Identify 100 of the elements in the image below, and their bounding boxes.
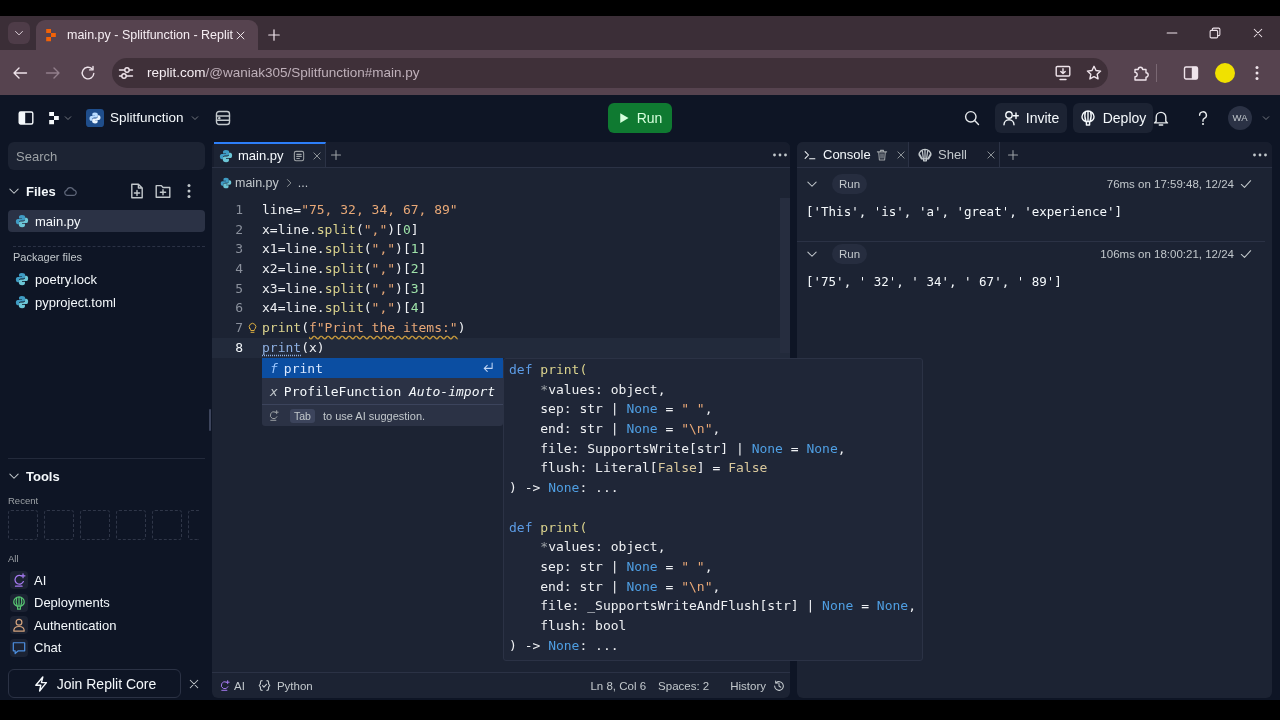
document-icon[interactable] — [292, 149, 305, 162]
resize-handle[interactable] — [209, 409, 211, 431]
signature-line: sep: str | None = " ", — [540, 400, 713, 419]
section-title[interactable]: Tools — [26, 468, 60, 484]
side-panel-icon[interactable] — [1183, 64, 1199, 81]
invite-button[interactable]: Invite — [995, 102, 1067, 133]
code-line: x2=line.split(",")[2] — [262, 260, 427, 279]
history-button[interactable]: History — [730, 679, 785, 692]
signature-line: file: _SupportsWriteAndFlush[str] | None = None, — [540, 597, 916, 616]
timing-text: 106ms on 18:00:21, 12/24 — [1100, 248, 1234, 260]
signature-line: ) -> None: ... — [509, 479, 619, 498]
lightbulb-icon[interactable] — [247, 322, 258, 334]
file-item[interactable]: poetry.lock — [8, 268, 205, 290]
code-line: print(x) — [262, 338, 325, 357]
recent-label: Recent — [8, 495, 39, 507]
favicon-icon — [44, 28, 58, 42]
language-button[interactable]: Python — [257, 679, 313, 692]
signature-line: ) -> None: ... — [509, 636, 619, 655]
file-item[interactable]: main.py — [8, 210, 205, 232]
tool-item[interactable]: Authentication — [8, 614, 205, 637]
breadcrumb-item[interactable]: main.py — [235, 176, 279, 190]
sidebar-toggle-icon[interactable] — [18, 109, 34, 126]
star-icon[interactable] — [1086, 64, 1102, 81]
address-bar[interactable]: replit.com/@waniak305/Splitfunction#main.py — [112, 57, 1108, 88]
output-text: ['75', ' 32', ' 34', ' 67', ' 89'] — [806, 273, 1062, 291]
plus-icon[interactable] — [1007, 148, 1019, 161]
signature-line: sep: str | None = " ", — [540, 557, 713, 576]
signature-line: file: SupportsWrite[str] | None = None, — [540, 439, 846, 458]
new-folder-icon[interactable] — [155, 183, 171, 199]
close-icon[interactable] — [235, 29, 246, 41]
project-name[interactable]: Splitfunction — [110, 110, 184, 125]
run-label: Run — [832, 244, 868, 264]
lightning-icon — [32, 675, 49, 692]
restore-icon[interactable] — [1209, 27, 1221, 39]
bell-icon[interactable] — [1153, 109, 1169, 126]
browser-tab[interactable]: main.py - Splitfunction - Replit — [36, 20, 258, 50]
crescent-sparkle-icon — [219, 680, 230, 691]
avatar-icon[interactable] — [1215, 62, 1235, 83]
line-number: 3 — [234, 240, 243, 259]
suggestion-label: print — [283, 360, 323, 376]
cursor-position[interactable]: Ln 8, Col 6 — [590, 679, 647, 692]
scrollbar[interactable] — [780, 198, 790, 353]
suggestion-item[interactable]: f print — [262, 358, 503, 378]
file-item[interactable]: pyproject.toml — [8, 291, 205, 313]
balloon-icon — [10, 593, 28, 612]
suggestion-item[interactable]: x ProfileFunction Auto-import — [262, 381, 503, 401]
tune-icon[interactable] — [118, 64, 134, 81]
crescent-sparkle-icon — [10, 571, 28, 590]
python-icon — [15, 272, 29, 286]
avatar-button[interactable]: WA — [1228, 105, 1252, 130]
search-field[interactable]: Search — [8, 142, 205, 170]
line-number: 5 — [234, 279, 243, 298]
tool-item[interactable]: AI — [8, 569, 205, 592]
breadcrumb-item[interactable]: ... — [297, 176, 309, 190]
line-number: 8 — [234, 338, 243, 357]
promo-button[interactable]: Join Replit Core — [8, 669, 181, 698]
trash-icon[interactable] — [875, 148, 888, 161]
python-icon — [220, 177, 232, 189]
run-button[interactable]: Run — [608, 102, 672, 133]
new-file-icon[interactable] — [129, 183, 145, 199]
indent-setting[interactable]: Spaces: 2 — [658, 679, 710, 692]
line-number: 4 — [234, 260, 243, 279]
python-icon — [219, 148, 233, 163]
tool-item[interactable]: Chat — [8, 636, 205, 659]
puzzle-icon[interactable] — [1133, 64, 1149, 81]
close-icon[interactable] — [311, 150, 322, 161]
signature-line: flush: Literal[False] = False — [540, 459, 768, 478]
monitor-download-icon[interactable] — [1055, 64, 1071, 81]
history-icon — [773, 679, 785, 692]
console-tab[interactable]: Shell — [909, 142, 1000, 167]
reload-icon[interactable] — [80, 64, 96, 81]
ai-button[interactable]: AI — [219, 679, 245, 692]
logo-icon[interactable] — [47, 110, 61, 125]
balloon-icon — [1079, 109, 1096, 126]
signature-line: *values: object, — [540, 380, 666, 399]
line-number: 2 — [234, 220, 243, 239]
person-icon — [10, 616, 28, 635]
code-line: x4=line.split(",")[4] — [262, 299, 427, 318]
layout-icon[interactable] — [214, 109, 231, 126]
code-line: x=line.split(",")[0] — [262, 220, 419, 239]
section-label: Packager files — [13, 250, 83, 264]
close-icon[interactable] — [895, 149, 906, 160]
plus-icon[interactable] — [330, 148, 342, 161]
kind-symbol: x — [270, 383, 278, 399]
braces-check-icon — [257, 679, 271, 692]
tool-item[interactable]: Deployments — [8, 591, 205, 614]
close-icon[interactable] — [188, 677, 200, 690]
hint-text: to use AI suggestion. — [322, 409, 426, 422]
search-icon[interactable] — [964, 109, 980, 126]
empty-slot — [188, 510, 199, 540]
editor-tab[interactable]: main.py — [214, 142, 326, 167]
code-line: x3=line.split(",")[3] — [262, 279, 427, 298]
close-icon[interactable] — [986, 149, 996, 160]
console-tab[interactable]: Console — [797, 142, 909, 167]
empty-slot — [8, 510, 38, 540]
line-number: 1 — [234, 201, 243, 219]
section-title[interactable]: Files — [26, 183, 56, 199]
run-label: Run — [832, 174, 868, 194]
deploy-button[interactable]: Deploy — [1073, 102, 1153, 133]
python-icon — [86, 108, 104, 127]
